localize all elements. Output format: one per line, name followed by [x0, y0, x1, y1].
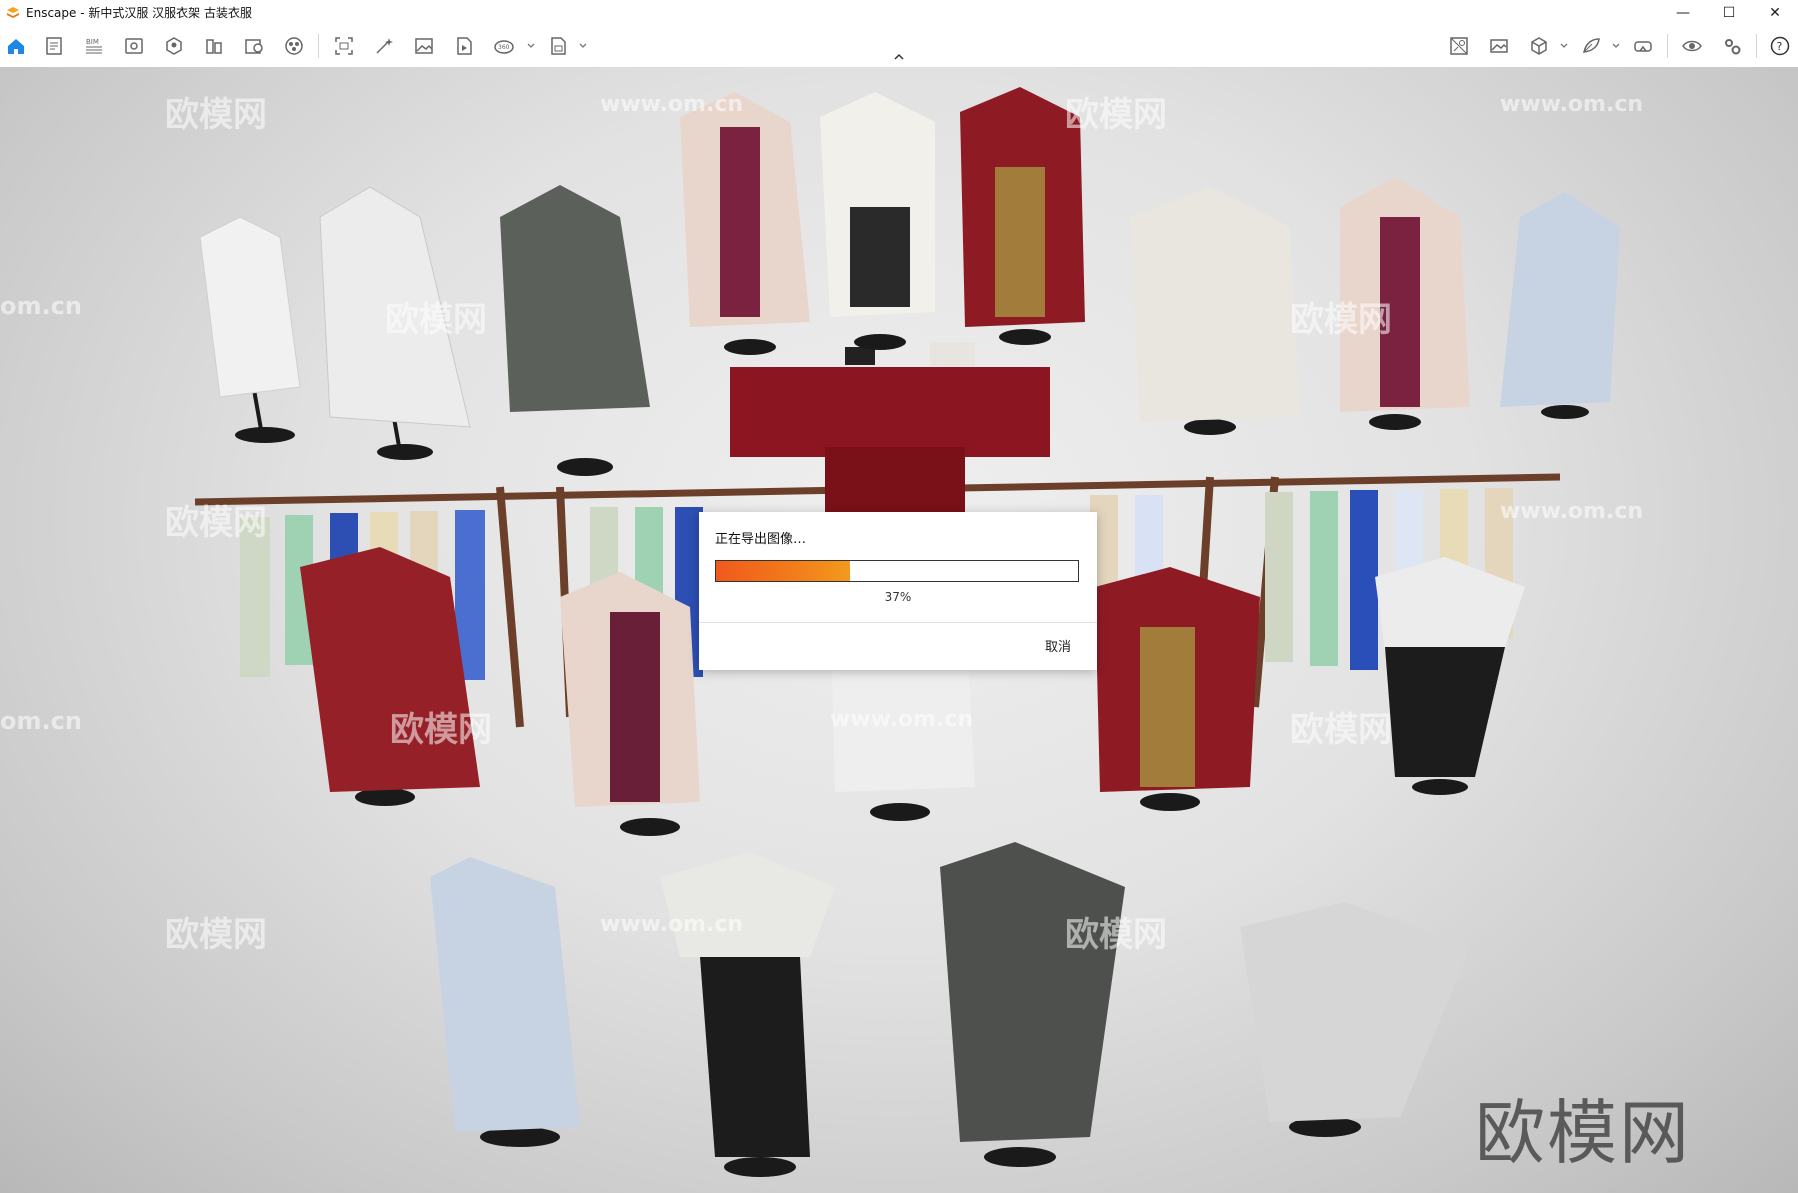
dialog-divider [699, 622, 1097, 623]
watermark-url: www.om.cn [600, 92, 744, 117]
watermark-text: 欧模网 [165, 915, 267, 955]
mannequin-fan-shirt-black-skirt [1375, 557, 1525, 795]
image-icon[interactable] [412, 34, 436, 58]
chevron-down-icon[interactable] [578, 41, 588, 51]
sections-icon[interactable] [202, 34, 226, 58]
home-icon[interactable] [4, 34, 28, 58]
mannequin-white-gold-dress [820, 92, 935, 350]
mannequin-beige-purple-robe [680, 92, 810, 355]
watermark-text: 欧模网 [165, 95, 267, 135]
help-icon[interactable]: ? [1768, 34, 1792, 58]
chevron-down-icon[interactable] [526, 41, 536, 51]
uploads-icon[interactable] [1447, 34, 1471, 58]
toolbar-separator [318, 34, 319, 58]
vr-headset-icon[interactable] [1631, 34, 1655, 58]
gallery-icon[interactable] [1487, 34, 1511, 58]
mannequin-beige-purple-front [560, 572, 700, 836]
watermark-logo-text: 欧模网 [1475, 1092, 1691, 1174]
view-management-icon[interactable] [122, 34, 146, 58]
material-editor-icon[interactable] [242, 34, 266, 58]
mannequin-grey-robe-front [940, 842, 1125, 1167]
dialog-title: 正在导出图像… [715, 532, 807, 547]
title-bar: Enscape - 新中式汉服 汉服衣架 古装衣服 — ☐ ✕ [0, 0, 1798, 25]
settings-icon[interactable] [1720, 34, 1744, 58]
close-button[interactable]: ✕ [1752, 0, 1798, 25]
toolbar-separator [1667, 34, 1668, 58]
svg-text:?: ? [1777, 40, 1783, 53]
export-icon[interactable] [546, 34, 570, 58]
video-editor-icon[interactable] [452, 34, 476, 58]
mannequin-blue-dress-front [430, 857, 580, 1147]
mannequin-white-dress [199, 216, 301, 443]
window-title: Enscape - 新中式汉服 汉服衣架 古装衣服 [26, 6, 252, 20]
watermark-text: 欧模网 [1065, 915, 1167, 955]
panorama-360-icon[interactable]: 360 [492, 34, 516, 58]
progress-bar-fill [716, 561, 850, 581]
watermark-url: om.cn [0, 707, 82, 735]
bim-icon[interactable]: BIM [82, 34, 106, 58]
chevron-down-icon[interactable] [1559, 41, 1569, 51]
mannequin-red-brocade [300, 547, 480, 806]
watermark-url: www.om.cn [1500, 92, 1644, 117]
watermark-url: www.om.cn [830, 707, 974, 732]
watermark-text: 欧模网 [385, 300, 487, 340]
toolbar-separator [1756, 34, 1757, 58]
mannequin-white-layered-robe-front [1240, 902, 1470, 1137]
watermark-text: 欧模网 [390, 710, 492, 750]
watermark-text: 欧模网 [1290, 300, 1392, 340]
atmosphere-icon[interactable] [162, 34, 186, 58]
capture-icon[interactable] [332, 34, 356, 58]
export-progress-dialog: 正在导出图像… 37% 取消 [699, 512, 1097, 670]
mannequin-fan-shirt-front [660, 852, 835, 1177]
render-magic-icon[interactable] [372, 34, 396, 58]
visibility-icon[interactable] [1680, 34, 1704, 58]
svg-text:360: 360 [498, 44, 510, 51]
enscape-logo-icon [6, 6, 20, 20]
watermark-text: 欧模网 [165, 503, 267, 543]
mannequin-grey-robe [500, 185, 650, 476]
screenshot-log-icon[interactable] [42, 34, 66, 58]
cancel-button[interactable]: 取消 [1045, 636, 1071, 655]
mannequin-red-gold-front [1095, 567, 1260, 811]
maximize-button[interactable]: ☐ [1706, 0, 1752, 25]
progress-bar [715, 560, 1079, 582]
watermark-url: om.cn [0, 292, 82, 320]
3d-cube-icon[interactable] [1527, 34, 1551, 58]
feedback-icon[interactable] [1579, 34, 1603, 58]
watermark-url: www.om.cn [1500, 499, 1644, 524]
watermark-text: 欧模网 [1065, 95, 1167, 135]
minimize-button[interactable]: — [1660, 0, 1706, 25]
watermark-url: www.om.cn [600, 912, 744, 937]
asset-library-icon[interactable] [282, 34, 306, 58]
watermark-text: 欧模网 [1290, 710, 1392, 750]
mannequin-blue-white-dress [1500, 192, 1620, 419]
mannequin-white-gold-robe-right [1130, 187, 1300, 435]
collapse-toolbar-chevron-up-icon[interactable] [893, 52, 905, 62]
chevron-down-icon[interactable] [1611, 41, 1621, 51]
progress-percent: 37% [884, 590, 912, 604]
svg-text:BIM: BIM [86, 38, 99, 46]
